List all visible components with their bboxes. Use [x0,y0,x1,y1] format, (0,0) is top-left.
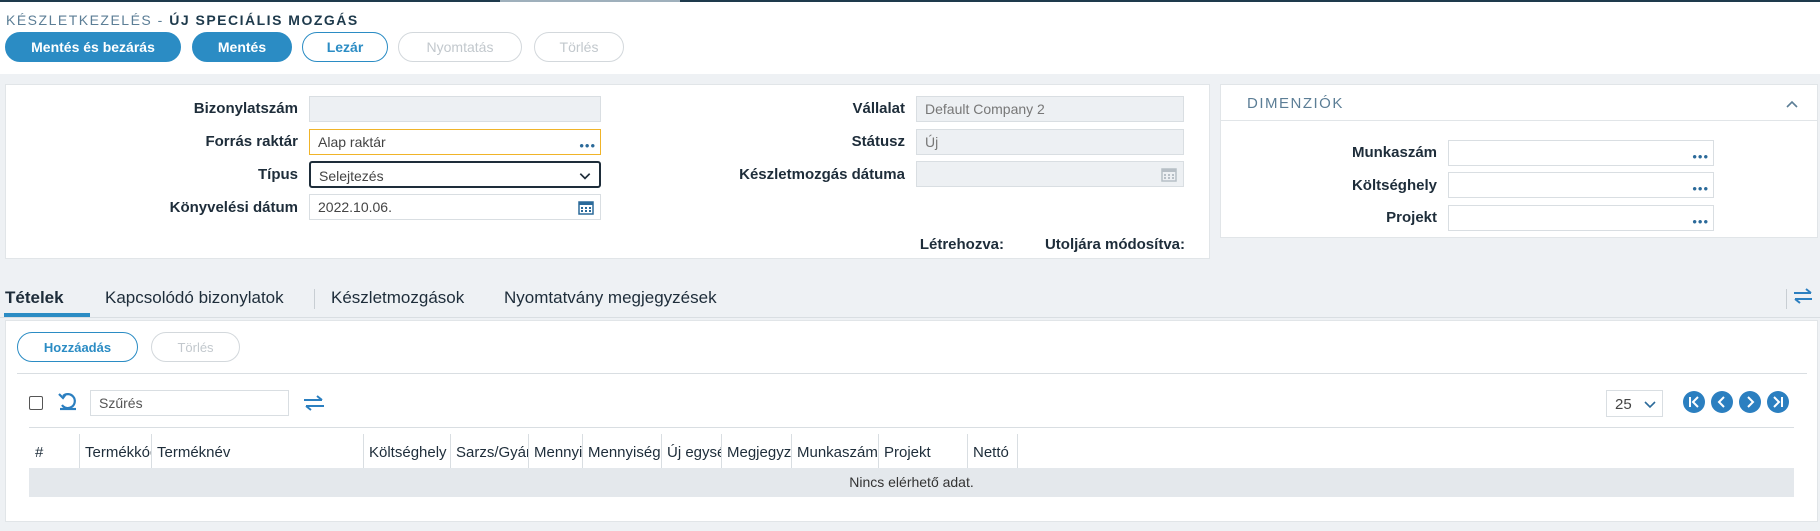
dimensions-divider [1221,120,1817,121]
close-document-button[interactable]: Lezár [302,32,388,62]
table-top-border [29,427,1794,428]
page-size-value: 25 [1615,396,1632,413]
status-field: Új [916,129,1184,155]
page-title: KÉSZLETKEZELÉS - ÚJ SPECIÁLIS MOZGÁS [6,12,359,28]
project-label: Projekt [1386,209,1437,226]
delete-button[interactable]: Törlés [534,32,624,62]
refresh-icon[interactable] [57,392,79,412]
print-button[interactable]: Nyomtatás [398,32,522,62]
select-all-checkbox[interactable] [29,396,43,410]
chevron-down-icon [1644,401,1656,409]
company-field: Default Company 2 [916,96,1184,122]
delete-item-button[interactable]: Törlés [151,332,240,362]
tab-separator [314,289,315,309]
lookup-dots-icon[interactable]: ••• [579,139,596,152]
tab-stock-movements[interactable]: Készletmozgások [331,288,464,308]
cost-center-field[interactable]: ••• [1448,172,1714,198]
tab-print-notes[interactable]: Nyomtatvány megjegyzések [504,288,717,308]
chevron-down-icon [579,173,591,180]
doc-number-field[interactable] [309,96,601,122]
page-title-text: ÚJ SPECIÁLIS MOZGÁS [169,12,359,28]
source-warehouse-field[interactable]: Alap raktár ••• [309,129,601,155]
posting-date-field[interactable]: 2022.10.06. [309,194,601,220]
movement-date-field [916,161,1184,187]
save-button[interactable]: Mentés [192,32,292,62]
calendar-icon [1161,168,1177,182]
next-page-icon[interactable] [1739,391,1761,413]
type-select[interactable]: Selejtezés [309,161,601,188]
active-tab-indicator [4,313,90,317]
swap-arrows-icon[interactable] [1791,286,1815,306]
company-label: Vállalat [852,100,905,117]
dimensions-title: DIMENZIÓK [1247,95,1344,112]
doc-number-label: Bizonylatszám [193,100,298,117]
cost-center-label: Költséghely [1351,177,1437,194]
last-page-icon[interactable] [1767,391,1789,413]
type-select-value: Selejtezés [319,168,384,184]
first-page-icon[interactable] [1683,391,1705,413]
posting-date-label: Könyvelési dátum [169,199,298,216]
toolbar-divider [17,373,1807,374]
status-label: Státusz [851,133,905,150]
lookup-dots-icon[interactable]: ••• [1692,182,1709,195]
column-divider [1017,434,1018,468]
tab-items[interactable]: Tételek [5,288,64,308]
type-label: Típus [258,166,298,183]
page-size-select[interactable]: 25 [1606,390,1663,417]
save-and-close-button[interactable]: Mentés és bezárás [5,32,181,62]
empty-table-message: Nincs elérhető adat. [29,468,1794,497]
job-number-label: Munkaszám [1351,144,1437,161]
breadcrumb: KÉSZLETKEZELÉS - [6,12,164,28]
add-item-button[interactable]: Hozzáadás [17,332,138,362]
page-header: KÉSZLETKEZELÉS - ÚJ SPECIÁLIS MOZGÁS Men… [0,2,1820,74]
swap-arrows-icon[interactable] [301,393,327,413]
tab-bar: Tételek Kapcsolódó bizonylatok Készletmo… [0,280,1820,318]
tab-related-documents[interactable]: Kapcsolódó bizonylatok [105,288,284,308]
calendar-icon[interactable] [578,200,594,215]
previous-page-icon[interactable] [1711,391,1733,413]
job-number-field[interactable]: ••• [1448,140,1714,166]
source-warehouse-label: Forrás raktár [205,133,298,150]
modified-label: Utoljára módosítva: [1044,236,1185,253]
project-field[interactable]: ••• [1448,205,1714,231]
lookup-dots-icon[interactable]: ••• [1692,215,1709,228]
movement-date-label: Készletmozgás dátuma [739,166,905,183]
tab-baseline [0,317,1820,318]
posting-date-value: 2022.10.06. [318,199,392,215]
filter-input[interactable]: Szűrés [90,390,289,416]
tab-separator [1786,289,1787,309]
created-label: Létrehozva: [919,236,1004,253]
lookup-dots-icon[interactable]: ••• [1692,150,1709,163]
source-warehouse-value: Alap raktár [318,134,386,150]
collapse-chevron-icon[interactable] [1785,98,1799,110]
